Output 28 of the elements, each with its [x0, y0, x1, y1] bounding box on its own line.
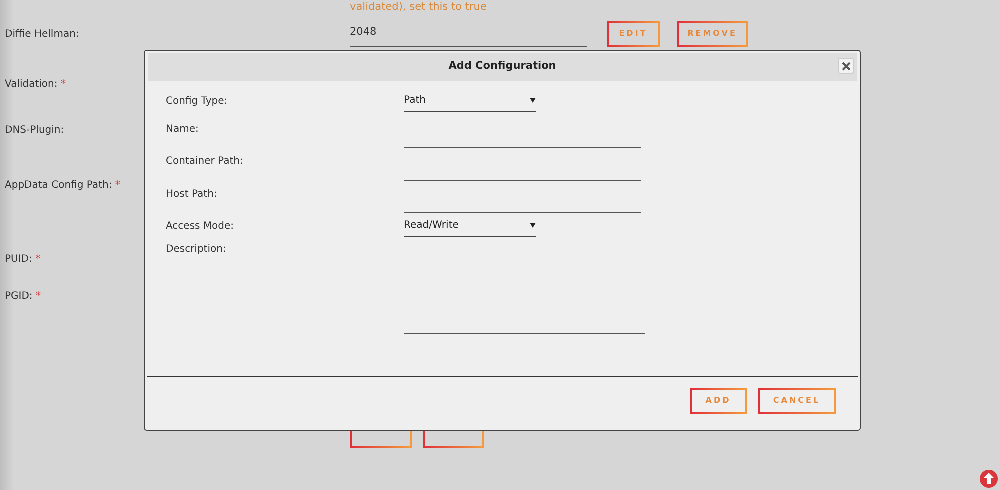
help-text: validated), set this to true [350, 1, 487, 13]
cancel-button[interactable]: CANCEL [758, 388, 836, 414]
dialog-title: Add Configuration [448, 59, 556, 74]
field-label: PGID: [5, 290, 33, 302]
field-label: Config Type: [166, 94, 229, 108]
field-label: Diffie Hellman: [5, 28, 80, 40]
field-label: Validation: [5, 78, 58, 90]
field-label: AppData Config Path: [5, 180, 112, 190]
text-input[interactable]: 2048 [350, 21, 587, 47]
field-label: Host Path: [166, 188, 218, 202]
scroll-up-icon[interactable] [980, 470, 998, 488]
select-field[interactable]: Path [404, 90, 536, 112]
field-label: Access Mode: [166, 220, 236, 234]
add-button[interactable]: ADD [690, 388, 747, 414]
close-icon [842, 62, 850, 70]
field-label: Name: [166, 122, 200, 136]
field-label: PUID: [5, 254, 32, 264]
edit-button[interactable]: EDIT [607, 21, 660, 47]
select-field[interactable]: Read/Write [404, 215, 536, 237]
field-label: DNS-Plugin: [5, 124, 64, 136]
required-mark: * [115, 180, 120, 190]
required-mark: * [36, 254, 41, 264]
remove-button[interactable]: REMOVE [677, 21, 748, 47]
field-label: Container Path: [166, 155, 244, 169]
required-mark: * [60, 78, 66, 90]
required-mark: * [36, 290, 41, 302]
close-button[interactable] [838, 58, 854, 74]
field-label: Description: [166, 243, 228, 257]
